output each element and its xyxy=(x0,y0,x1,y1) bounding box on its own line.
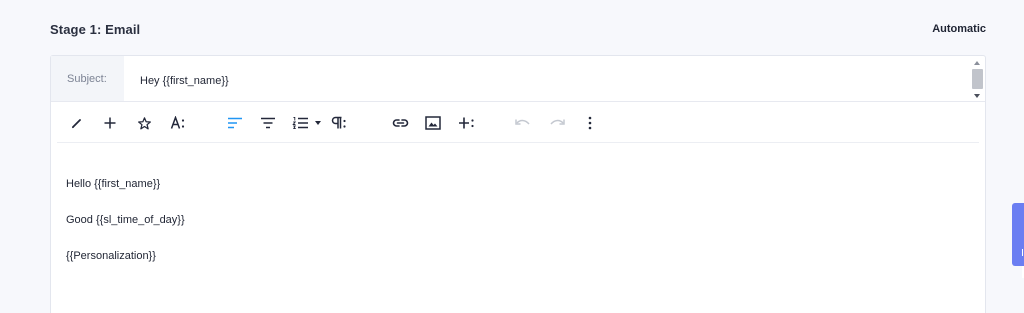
star-icon[interactable] xyxy=(134,113,154,133)
ordered-list-icon[interactable] xyxy=(290,113,310,133)
text-format-icon[interactable] xyxy=(168,113,188,133)
subject-row: Subject: Hey {{first_name}} xyxy=(51,56,985,102)
body-paragraph[interactable]: Good {{sl_time_of_day}} xyxy=(66,214,185,226)
insert-more-icon[interactable] xyxy=(457,113,477,133)
image-icon[interactable] xyxy=(423,113,443,133)
subject-label: Subject: xyxy=(67,73,107,85)
align-center-icon[interactable] xyxy=(258,113,278,133)
side-panel-tab[interactable] xyxy=(1012,203,1024,278)
editor-toolbar xyxy=(57,103,979,143)
side-tab-mark xyxy=(1022,249,1023,256)
paragraph-format-icon[interactable] xyxy=(328,113,348,133)
redo-icon[interactable] xyxy=(547,113,567,133)
stage-title: Stage 1: Email xyxy=(50,22,141,37)
scroll-thumb[interactable] xyxy=(972,69,983,89)
subject-scrollbar[interactable] xyxy=(972,59,983,100)
scroll-up-arrow-icon[interactable] xyxy=(974,61,980,65)
email-editor: Subject: Hey {{first_name}} Hello {{firs… xyxy=(50,55,986,313)
align-left-icon[interactable] xyxy=(225,113,245,133)
stage-mode-label: Automatic xyxy=(932,23,986,35)
plus-icon[interactable] xyxy=(100,113,120,133)
body-paragraph[interactable]: Hello {{first_name}} xyxy=(66,178,160,190)
subject-label-cell: Subject: xyxy=(51,56,124,101)
link-icon[interactable] xyxy=(390,113,410,133)
more-vertical-icon[interactable] xyxy=(580,113,600,133)
stage-header: Stage 1: Email Automatic xyxy=(50,22,986,40)
body-paragraph[interactable]: {{Personalization}} xyxy=(66,250,156,262)
undo-icon[interactable] xyxy=(513,113,533,133)
dropdown-caret-icon[interactable] xyxy=(312,113,324,133)
brush-icon[interactable] xyxy=(67,113,87,133)
subject-input[interactable]: Hey {{first_name}} xyxy=(140,75,229,87)
scroll-down-arrow-icon[interactable] xyxy=(974,94,980,98)
